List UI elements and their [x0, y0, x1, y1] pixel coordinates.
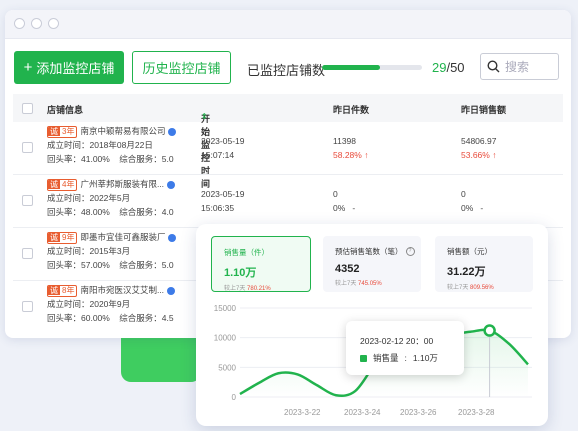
header-sales-count[interactable]: 昨日件数	[333, 103, 369, 116]
search-icon	[487, 60, 500, 73]
store-founded: 成立时间：2020年9月	[47, 299, 131, 309]
sales-count-value: 0	[333, 189, 338, 199]
window-close-dot[interactable]	[14, 18, 25, 29]
series-swatch	[360, 354, 367, 362]
table-row: 诚 3年 南京中颖帮易有限公司 成立时间：2018年08月22日 回头率：41.00…	[13, 122, 563, 175]
add-monitored-store-label: 添加监控店铺	[36, 61, 115, 76]
x-tick-label: 2023-3-24	[344, 408, 381, 417]
sales-count-change: 58.28%	[333, 150, 362, 160]
up-arrow-icon: ↑	[364, 150, 369, 160]
x-tick-label: 2023-3-22	[284, 408, 321, 417]
monitored-count: 29/50	[432, 60, 465, 75]
start-time: 15:06:35	[201, 203, 235, 213]
y-tick-label: 10000	[214, 334, 237, 343]
verified-icon	[167, 286, 176, 295]
verified-icon	[168, 127, 177, 136]
badge-label: 诚	[48, 285, 60, 295]
monitored-progress-bar	[322, 65, 422, 70]
store-name[interactable]: 南阳市宛医汉艾艾制...	[80, 285, 164, 295]
sales-amount-change: 0%	[461, 203, 474, 213]
tooltip-colon: :	[404, 353, 407, 363]
badge-years: 4年	[62, 179, 75, 189]
store-name[interactable]: 南京中颖帮易有限公司	[80, 126, 165, 136]
start-date: 2023-05-19	[201, 136, 245, 146]
header-sales-amount[interactable]: 昨日销售额	[461, 103, 506, 116]
highlighted-point[interactable]	[483, 324, 496, 337]
monitored-count-label: 已监控店铺数	[247, 63, 326, 78]
store-age-badge: 诚 9年	[47, 231, 78, 244]
search-box[interactable]	[480, 53, 559, 80]
store-founded: 成立时间：2018年08月22日	[47, 140, 153, 150]
green-background-shape	[121, 338, 201, 382]
y-tick-label: 0	[232, 393, 237, 402]
store-stats: 回头率：48.00% 综合服务：4.0	[47, 207, 174, 217]
header-store-info: 店铺信息	[47, 105, 84, 115]
store-age-badge: 诚 3年	[47, 125, 78, 138]
badge-years: 8年	[62, 285, 75, 295]
tooltip-value: 1.10万	[412, 353, 438, 363]
flat-dash-icon: -	[480, 203, 484, 213]
verified-icon	[167, 180, 176, 189]
monitored-total: /50	[446, 60, 465, 75]
y-tick-label: 5000	[218, 363, 236, 372]
monitored-progress-fill	[322, 65, 380, 70]
sales-amount-value: 0	[461, 189, 466, 199]
sales-amount-value: 54806.97	[461, 136, 497, 146]
sort-icon[interactable]: ⇕	[201, 112, 208, 121]
store-name[interactable]: 即墨市宜佳可鑫服装厂	[80, 232, 165, 242]
chart-tooltip: 2023-02-12 20：00 销售量:1.10万	[346, 321, 464, 375]
x-tick-label: 2023-3-28	[458, 408, 495, 417]
flat-dash-icon: -	[352, 203, 356, 213]
tooltip-datetime: 2023-02-12 20：00	[360, 336, 434, 346]
plus-icon: +	[23, 59, 33, 76]
store-age-badge: 诚 4年	[47, 178, 78, 191]
sales-amount-change: 53.66%	[461, 150, 490, 160]
row-checkbox[interactable]	[22, 301, 33, 312]
start-date: 2023-05-19	[201, 189, 245, 199]
history-monitored-store-button[interactable]: 历史监控店铺	[132, 51, 231, 84]
add-monitored-store-button[interactable]: + 添加监控店铺	[14, 51, 124, 84]
badge-label: 诚	[48, 232, 60, 242]
tooltip-series: 销售量	[373, 353, 399, 363]
monitored-current: 29	[432, 60, 447, 75]
badge-years: 9年	[62, 232, 75, 242]
window-minimize-dot[interactable]	[31, 18, 42, 29]
store-age-badge: 诚 8年	[47, 284, 78, 297]
row-checkbox[interactable]	[22, 195, 33, 206]
store-founded: 成立时间：2022年5月	[47, 193, 131, 203]
store-name[interactable]: 广州莘邦斯服装有限...	[80, 179, 164, 189]
table-row: 诚 4年 广州莘邦斯服装有限... 成立时间：2022年5月 回头率：48.00% …	[13, 175, 563, 228]
x-tick-label: 2023-3-26	[400, 408, 437, 417]
store-stats: 回头率：41.00% 综合服务：5.0	[47, 154, 174, 164]
row-checkbox[interactable]	[22, 248, 33, 259]
search-input[interactable]	[505, 59, 551, 74]
toolbar: + 添加监控店铺 历史监控店铺 已监控店铺数 29/50	[5, 51, 571, 85]
badge-label: 诚	[48, 126, 60, 136]
table-header: 店铺信息 开始监控时间 ⇕ 昨日件数 昨日销售额	[13, 94, 563, 189]
store-founded: 成立时间：2015年3月	[47, 246, 131, 256]
history-monitored-store-label: 历史监控店铺	[142, 61, 221, 76]
start-time: 15:07:14	[201, 150, 235, 160]
up-arrow-icon: ↑	[492, 150, 497, 160]
window-maximize-dot[interactable]	[48, 18, 59, 29]
badge-label: 诚	[48, 179, 60, 189]
y-tick-label: 15000	[214, 304, 237, 313]
verified-icon	[168, 233, 177, 242]
badge-years: 3年	[62, 126, 75, 136]
row-checkbox[interactable]	[22, 142, 33, 153]
window-titlebar	[5, 10, 571, 39]
store-stats: 回头率：60.00% 综合服务：4.5	[47, 313, 174, 323]
sales-count-value: 11398	[333, 136, 357, 146]
select-all-checkbox[interactable]	[22, 103, 33, 114]
sales-count-change: 0%	[333, 203, 346, 213]
store-stats: 回头率：57.00% 综合服务：5.0	[47, 260, 174, 270]
